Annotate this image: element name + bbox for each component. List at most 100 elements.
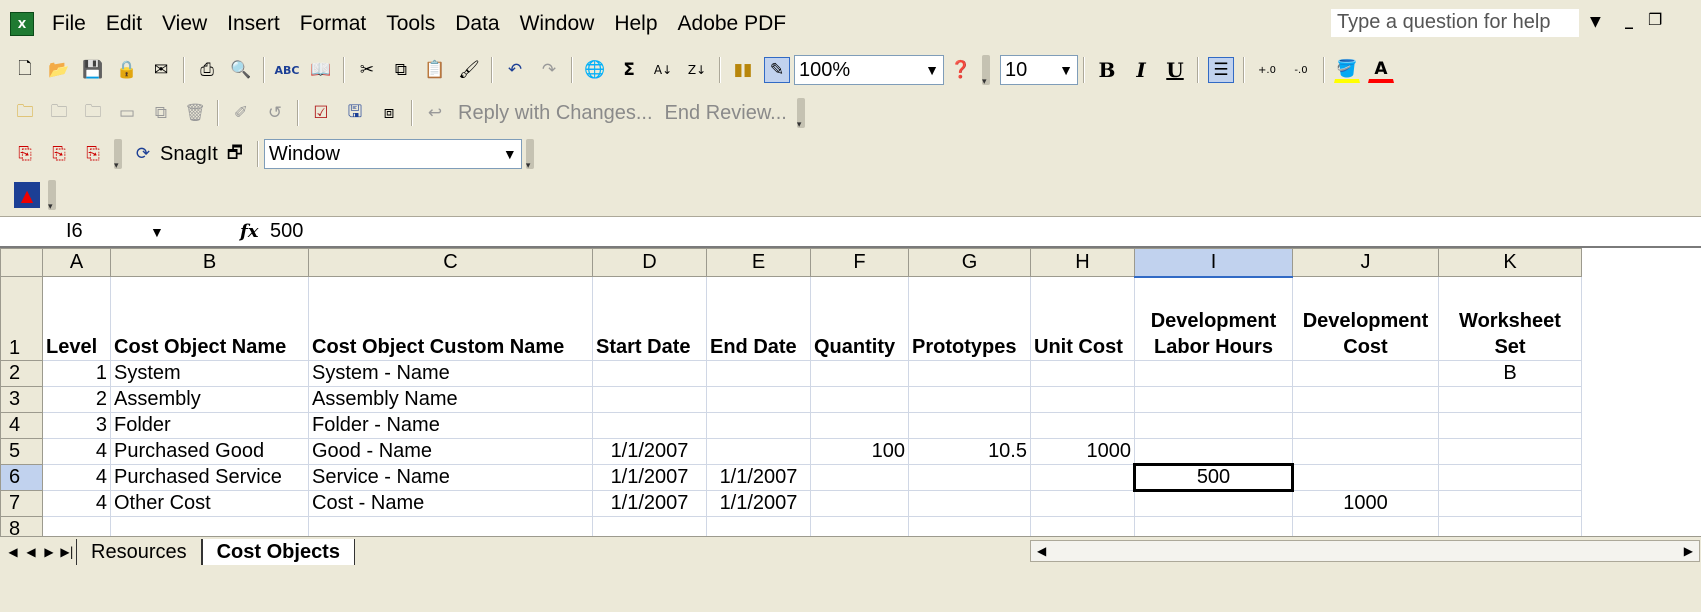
save-icon[interactable]: 💾	[80, 57, 106, 83]
cell-d2[interactable]	[592, 360, 707, 387]
ink-annotations-icon[interactable]: ✐	[228, 100, 254, 126]
cell-k5[interactable]	[1438, 438, 1582, 465]
cell-d6[interactable]: 1/1/2007	[592, 464, 707, 491]
convert-to-pdf-icon[interactable]: ⎘	[12, 141, 38, 167]
cell-b8[interactable]	[110, 516, 309, 538]
toolbar-options-grip[interactable]	[796, 98, 805, 130]
paste-icon[interactable]: 📋	[422, 57, 448, 83]
column-header-h[interactable]: H	[1030, 248, 1135, 277]
research-icon[interactable]: 📖	[308, 57, 334, 83]
cell-f7[interactable]	[810, 490, 909, 517]
convert-and-review-pdf-icon[interactable]: ⎘	[80, 141, 106, 167]
cell-k7[interactable]	[1438, 490, 1582, 517]
sheet-tab-resources[interactable]: Resources	[76, 539, 202, 565]
cell-d4[interactable]	[592, 412, 707, 439]
menu-tools[interactable]: Tools	[376, 12, 445, 36]
cell-i5[interactable]	[1134, 438, 1293, 465]
cell-j6[interactable]	[1292, 464, 1439, 491]
cell-b5[interactable]: Purchased Good	[110, 438, 309, 465]
cell-a1[interactable]: Level	[42, 276, 111, 361]
cell-k1[interactable]: Worksheet Set	[1438, 276, 1582, 361]
cell-e2[interactable]	[706, 360, 811, 387]
cell-j1[interactable]: Development Cost	[1292, 276, 1439, 361]
cell-a2[interactable]: 1	[42, 360, 111, 387]
cell-k6[interactable]	[1438, 464, 1582, 491]
row-header[interactable]: 4	[0, 412, 43, 439]
cell-h3[interactable]	[1030, 386, 1135, 413]
cell-h2[interactable]	[1030, 360, 1135, 387]
new-document-icon[interactable]: 🗋	[12, 57, 38, 83]
cell-f6[interactable]	[810, 464, 909, 491]
cell-d3[interactable]	[592, 386, 707, 413]
menu-edit[interactable]: Edit	[96, 12, 152, 36]
scroll-right-icon[interactable]: ▶	[1684, 544, 1699, 558]
column-header-f[interactable]: F	[810, 248, 909, 277]
increase-decimal-icon[interactable]: +.0	[1254, 57, 1280, 83]
cell-f5[interactable]: 100	[810, 438, 909, 465]
cell-j3[interactable]	[1292, 386, 1439, 413]
cell-d8[interactable]	[592, 516, 707, 538]
addin-triangle-icon[interactable]: ▲	[14, 182, 40, 208]
name-box[interactable]: I6	[0, 220, 150, 243]
menu-file[interactable]: File	[42, 12, 96, 36]
cell-e8[interactable]	[706, 516, 811, 538]
fill-color-icon[interactable]: 🪣	[1334, 57, 1360, 83]
cell-e4[interactable]	[706, 412, 811, 439]
column-header-c[interactable]: C	[308, 248, 593, 277]
cell-e1[interactable]: End Date	[706, 276, 811, 361]
restore-icon[interactable]: ❐	[1648, 10, 1662, 29]
email-icon[interactable]: ✉	[148, 57, 174, 83]
autosum-icon[interactable]: Σ	[616, 57, 642, 83]
previous-sheet-icon[interactable]: ◀	[22, 545, 40, 559]
cell-i7[interactable]	[1134, 490, 1293, 517]
cell-g4[interactable]	[908, 412, 1031, 439]
scroll-left-icon[interactable]: ◀	[1031, 544, 1046, 558]
underline-button[interactable]: U	[1162, 57, 1188, 83]
worksheet-grid[interactable]: ABCDEFGHIJK 1 Level Cost Object Name Cost O…	[0, 246, 1701, 538]
menu-window[interactable]: Window	[510, 12, 605, 36]
row-header[interactable]: 8	[0, 516, 43, 538]
cell-f4[interactable]	[810, 412, 909, 439]
cell-a8[interactable]	[42, 516, 111, 538]
cell-a4[interactable]: 3	[42, 412, 111, 439]
chevron-down-icon[interactable]: ▼	[499, 146, 521, 162]
next-sheet-icon[interactable]: ▶	[40, 545, 58, 559]
undo-icon[interactable]: ↶	[502, 57, 528, 83]
track-changes-icon[interactable]: ☑	[308, 100, 334, 126]
row-header[interactable]: 7	[0, 490, 43, 517]
cell-f8[interactable]	[810, 516, 909, 538]
row-header[interactable]: 3	[0, 386, 43, 413]
format-painter-icon[interactable]: 🖌	[456, 57, 482, 83]
excel-app-icon[interactable]: X	[10, 12, 34, 36]
cell-b4[interactable]: Folder	[110, 412, 309, 439]
drawing-icon[interactable]: ✎	[764, 57, 790, 83]
toolbar-options-grip[interactable]	[982, 55, 990, 87]
cell-k2[interactable]: B	[1438, 360, 1582, 387]
column-header-d[interactable]: D	[592, 248, 707, 277]
cell-h5[interactable]: 1000	[1030, 438, 1135, 465]
cell-c5[interactable]: Good - Name	[308, 438, 593, 465]
column-header-k[interactable]: K	[1438, 248, 1582, 277]
help-dropdown-icon[interactable]: ▼	[1590, 14, 1601, 30]
chevron-down-icon[interactable]: ▼	[1055, 62, 1077, 78]
cell-i8[interactable]	[1134, 516, 1293, 538]
cell-e6[interactable]: 1/1/2007	[706, 464, 811, 491]
cell-c7[interactable]: Cost - Name	[308, 490, 593, 517]
menu-help[interactable]: Help	[604, 12, 667, 36]
snagit-settings-icon[interactable]: 🗗	[222, 141, 248, 167]
cell-c3[interactable]: Assembly Name	[308, 386, 593, 413]
cell-h7[interactable]	[1030, 490, 1135, 517]
clear-ink-icon[interactable]: ↺	[262, 100, 288, 126]
end-review-button[interactable]: End Review...	[659, 102, 793, 125]
spelling-icon[interactable]: ABC	[274, 57, 300, 83]
next-comment-icon[interactable]: 🗀	[80, 100, 106, 126]
cell-d1[interactable]: Start Date	[592, 276, 707, 361]
cell-i4[interactable]	[1134, 412, 1293, 439]
decrease-decimal-icon[interactable]: -.0	[1288, 57, 1314, 83]
convert-and-email-pdf-icon[interactable]: ⎘	[46, 141, 72, 167]
horizontal-scrollbar[interactable]: ◀ ▶	[1030, 540, 1700, 562]
menu-data[interactable]: Data	[445, 12, 509, 36]
column-header-g[interactable]: G	[908, 248, 1031, 277]
font-size-select[interactable]: 10 ▼	[1000, 55, 1078, 85]
sheet-tab-cost-objects[interactable]: Cost Objects	[201, 539, 355, 565]
